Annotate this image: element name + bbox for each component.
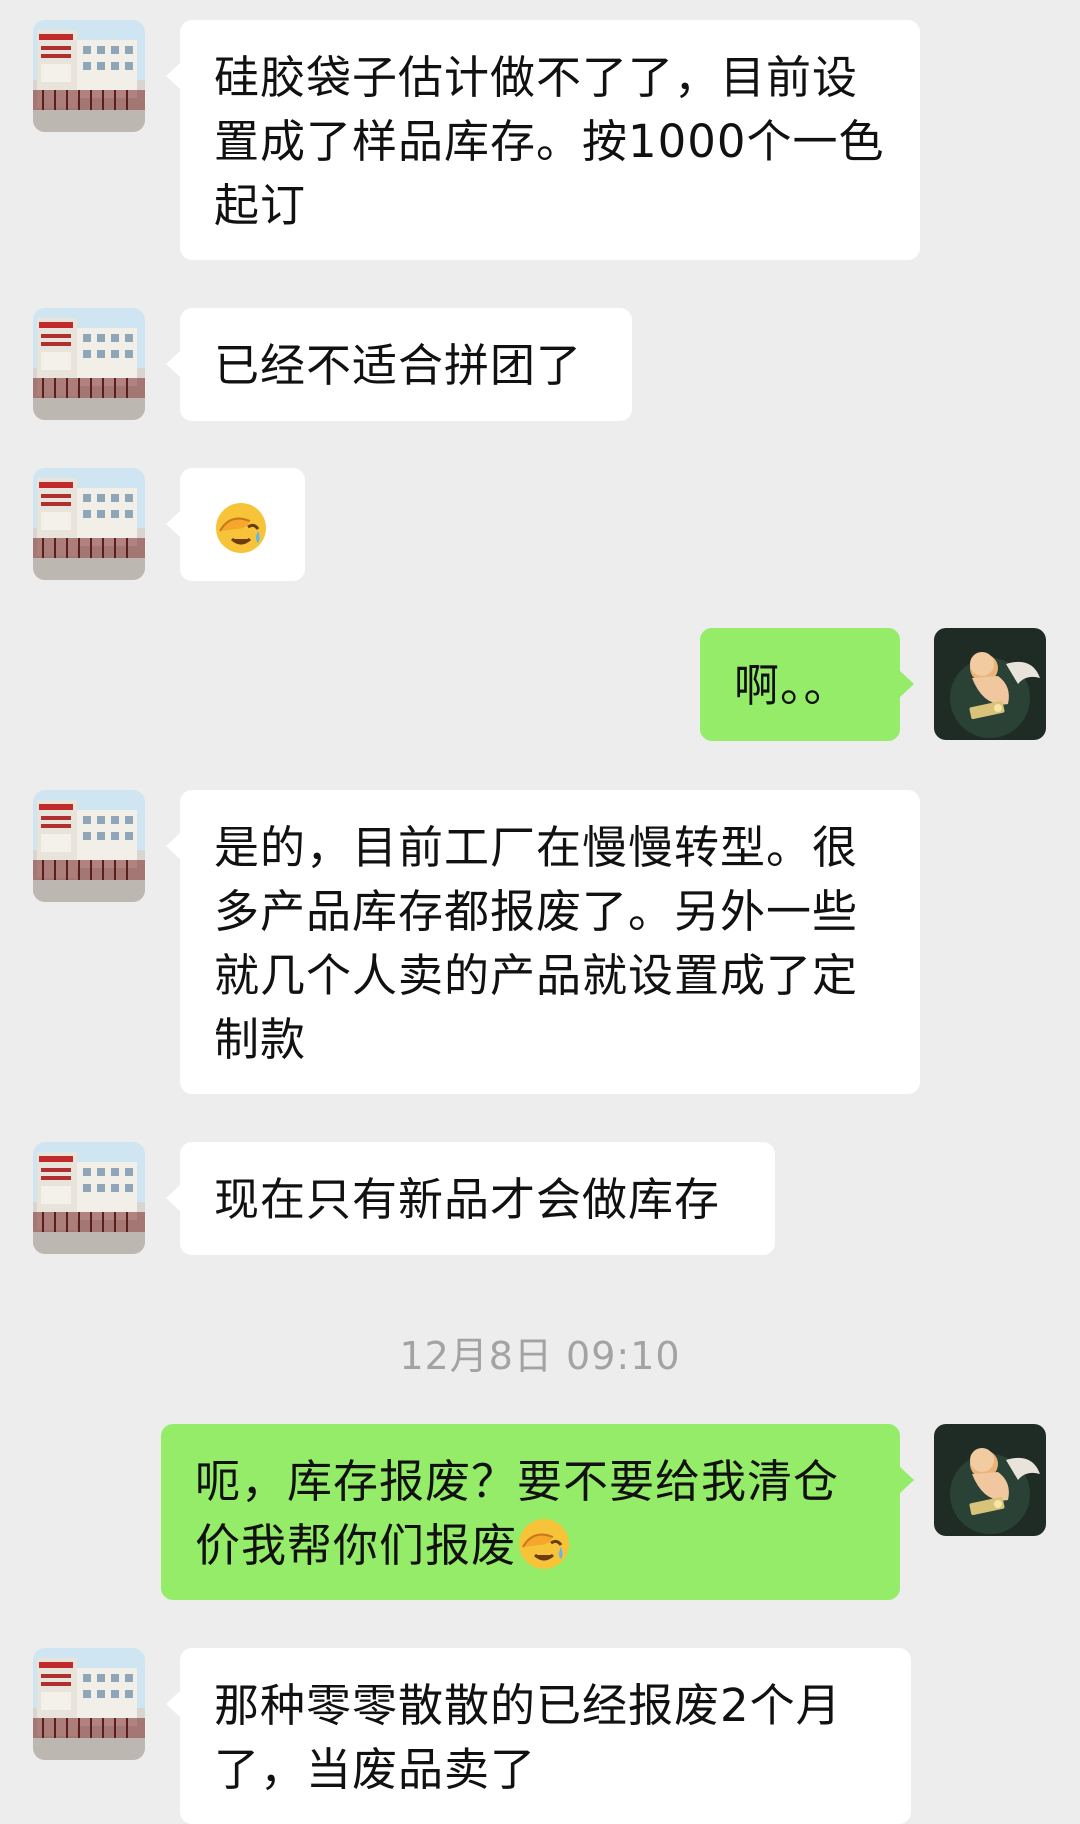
factory-avatar-image <box>33 468 145 580</box>
message-bubble-incoming[interactable]: 硅胶袋子估计做不了了，目前设置成了样品库存。按1000个一色起订 <box>166 20 920 260</box>
contact-avatar[interactable] <box>33 308 145 420</box>
chat-window: 硅胶袋子估计做不了了，目前设置成了样品库存。按1000个一色起订 已经不适合拼团… <box>0 0 1080 1824</box>
message-bubble-outgoing[interactable]: 啊。。 <box>700 628 914 741</box>
factory-avatar-image <box>33 790 145 902</box>
factory-avatar-image <box>33 1142 145 1254</box>
facepalm-crying-emoji-icon <box>517 1517 571 1571</box>
my-avatar[interactable] <box>934 1424 1046 1536</box>
message-bubble-outgoing[interactable]: 呃，库存报废？要不要给我清仓价我帮你们报废 <box>161 1424 914 1600</box>
my-avatar[interactable] <box>934 628 1046 740</box>
contact-avatar[interactable] <box>33 1142 145 1254</box>
contact-avatar[interactable] <box>33 790 145 902</box>
cherub-avatar-image <box>934 1424 1046 1536</box>
factory-avatar-image <box>33 308 145 420</box>
contact-avatar[interactable] <box>33 20 145 132</box>
message-bubble-incoming[interactable]: 是的，目前工厂在慢慢转型。很多产品库存都报废了。另外一些就几个人卖的产品就设置成… <box>166 790 920 1094</box>
message-bubble-incoming[interactable]: 现在只有新品才会做库存 <box>166 1142 775 1255</box>
message-bubble-incoming[interactable]: 那种零零散散的已经报废2个月了，当废品卖了 <box>166 1648 911 1824</box>
message-bubble-incoming[interactable] <box>166 468 305 581</box>
cherub-avatar-image <box>934 628 1046 740</box>
facepalm-crying-emoji-icon <box>214 501 268 555</box>
message-bubble-incoming[interactable]: 已经不适合拼团了 <box>166 308 632 421</box>
chat-timestamp: 12月8日 09:10 <box>399 1334 681 1378</box>
contact-avatar[interactable] <box>33 468 145 580</box>
factory-avatar-image <box>33 1648 145 1760</box>
factory-avatar-image <box>33 20 145 132</box>
contact-avatar[interactable] <box>33 1648 145 1760</box>
